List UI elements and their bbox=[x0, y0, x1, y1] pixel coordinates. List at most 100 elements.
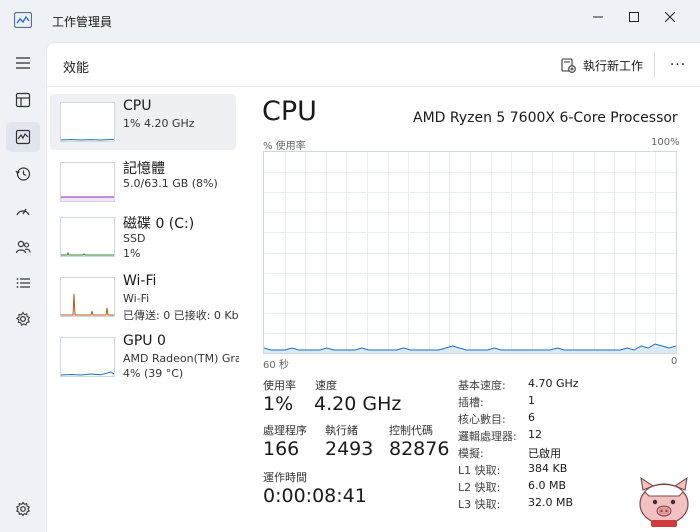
spec-value-virtualization: 已啟用 bbox=[528, 447, 561, 460]
spec-value-l2-cache: 6.0 MB bbox=[528, 479, 567, 492]
hamburger-menu-icon bbox=[16, 57, 30, 69]
spec-label-cores: 核心數目: bbox=[458, 413, 506, 426]
window-title: 工作管理員 bbox=[52, 15, 113, 29]
run-new-task-label: 執行新工作 bbox=[583, 58, 644, 73]
device-cpu[interactable]: CPU 1% 4.20 GHz bbox=[50, 94, 236, 150]
nav-performance[interactable] bbox=[6, 122, 40, 152]
wifi-mini-graph bbox=[61, 293, 114, 316]
device-usage: 4% (39 °C) bbox=[123, 367, 184, 380]
nav-users[interactable] bbox=[6, 232, 40, 262]
processes-icon bbox=[15, 92, 31, 108]
device-type: SSD bbox=[123, 232, 146, 245]
graph-x-end-label: 0 bbox=[671, 356, 678, 367]
device-thumbnail bbox=[60, 337, 115, 377]
detail-title: CPU bbox=[262, 96, 317, 127]
task-manager-icon bbox=[14, 12, 32, 28]
cpu-graph-svg bbox=[263, 152, 677, 353]
device-usage: 5.0/63.1 GB (8%) bbox=[123, 177, 218, 190]
nav-details[interactable] bbox=[6, 268, 40, 298]
page-title: 效能 bbox=[63, 61, 90, 76]
uptime-label: 運作時間 bbox=[263, 471, 307, 484]
content-panel: 效能 執行新工作 ··· CPU 1% 4.20 GHz 記憶體 5.0/63.… bbox=[46, 42, 700, 532]
task-manager-window: 工作管理員 效能 執行新工作 ··· CPU 1% 4.20 GHz 記憶體 5… bbox=[0, 0, 700, 532]
device-throughput: 已傳送: 0 已接收: 0 Kbps bbox=[123, 309, 239, 322]
nav-app-history[interactable] bbox=[6, 159, 40, 189]
spec-value-cores: 6 bbox=[528, 411, 535, 424]
nav-services[interactable] bbox=[6, 304, 40, 334]
handles-value: 82876 bbox=[389, 438, 450, 460]
spec-value-base-speed: 4.70 GHz bbox=[528, 377, 579, 390]
device-thumbnail bbox=[60, 162, 115, 202]
device-model: AMD Radeon(TM) Graphics bbox=[123, 352, 239, 365]
pig-mascot-watermark bbox=[639, 476, 689, 527]
cpu-model-name: AMD Ryzen 5 7600X 6-Core Processor bbox=[413, 110, 678, 126]
usage-label: 使用率 bbox=[263, 379, 296, 392]
spec-label-base-speed: 基本速度: bbox=[458, 379, 506, 392]
device-name: 記憶體 bbox=[123, 161, 165, 177]
settings-icon bbox=[16, 501, 30, 517]
spec-label-logical-processors: 邏輯處理器: bbox=[458, 430, 517, 443]
device-thumbnail bbox=[60, 217, 115, 257]
spec-label-l3-cache: L3 快取: bbox=[458, 498, 501, 511]
processes-label: 處理程序 bbox=[263, 424, 307, 437]
title-bar: 工作管理員 bbox=[0, 0, 700, 42]
startup-apps-icon bbox=[16, 208, 30, 216]
device-thumbnail bbox=[60, 277, 115, 317]
device-name: Wi-Fi bbox=[123, 273, 157, 289]
graph-y-axis-label: % 使用率 bbox=[263, 141, 306, 152]
device-usage: 1% 4.20 GHz bbox=[123, 117, 195, 130]
device-memory[interactable]: 記憶體 5.0/63.1 GB (8%) bbox=[50, 154, 236, 210]
memory-mini-graph bbox=[61, 196, 114, 201]
header-divider bbox=[654, 52, 655, 78]
handles-label: 控制代碼 bbox=[389, 424, 433, 437]
spec-label-virtualization: 模擬: bbox=[458, 447, 484, 460]
hamburger-menu-button[interactable] bbox=[6, 48, 40, 78]
device-adapter: Wi-Fi bbox=[123, 292, 150, 305]
device-disk[interactable]: 磁碟 0 (C:) SSD 1% bbox=[50, 209, 236, 265]
close-icon bbox=[665, 12, 675, 22]
usage-value: 1% bbox=[263, 393, 294, 415]
device-name: 磁碟 0 (C:) bbox=[123, 216, 195, 232]
cpu-usage-graph bbox=[263, 151, 677, 354]
spec-label-sockets: 插槽: bbox=[458, 396, 484, 409]
services-icon bbox=[15, 311, 31, 326]
maximize-button[interactable] bbox=[619, 6, 649, 28]
device-name: GPU 0 bbox=[123, 333, 166, 349]
close-button[interactable] bbox=[655, 6, 685, 28]
device-thumbnail bbox=[60, 102, 115, 142]
speed-label: 速度 bbox=[315, 379, 337, 392]
details-icon bbox=[16, 278, 30, 288]
maximize-icon bbox=[629, 12, 639, 22]
users-icon bbox=[15, 240, 31, 254]
device-name: CPU bbox=[123, 98, 152, 114]
device-wifi[interactable]: Wi-Fi Wi-Fi 已傳送: 0 已接收: 0 Kbps bbox=[50, 269, 239, 325]
minimize-icon bbox=[593, 16, 603, 18]
more-options-button[interactable]: ··· bbox=[665, 53, 691, 77]
nav-startup-apps[interactable] bbox=[6, 196, 40, 226]
processes-value: 166 bbox=[263, 438, 300, 460]
app-history-icon bbox=[15, 167, 31, 181]
spec-value-sockets: 1 bbox=[528, 394, 535, 407]
performance-icon bbox=[15, 129, 31, 145]
graph-y-max-label: 100% bbox=[651, 137, 680, 148]
nav-settings[interactable] bbox=[6, 494, 40, 524]
speed-value: 4.20 GHz bbox=[314, 393, 402, 415]
threads-value: 2493 bbox=[325, 438, 374, 460]
graph-x-start-label: 60 秒 bbox=[263, 360, 289, 371]
spec-value-logical-processors: 12 bbox=[528, 428, 542, 441]
device-gpu[interactable]: GPU 0 AMD Radeon(TM) Graphics 4% (39 °C) bbox=[50, 329, 239, 385]
spec-label-l2-cache: L2 快取: bbox=[458, 481, 501, 494]
uptime-value: 0:00:08:41 bbox=[263, 485, 367, 507]
nav-processes[interactable] bbox=[6, 85, 40, 115]
gpu-mini-graph bbox=[60, 371, 115, 376]
spec-value-l3-cache: 32.0 MB bbox=[528, 496, 574, 509]
page-header: 效能 執行新工作 ··· bbox=[47, 43, 700, 87]
threads-label: 執行緒 bbox=[325, 424, 358, 437]
minimize-button[interactable] bbox=[583, 6, 613, 28]
run-new-task-button[interactable]: 執行新工作 bbox=[561, 53, 643, 77]
spec-value-l1-cache: 384 KB bbox=[528, 462, 568, 475]
spec-label-l1-cache: L1 快取: bbox=[458, 464, 501, 477]
disk-mini-graph bbox=[61, 251, 114, 256]
cpu-mini-graph bbox=[60, 138, 115, 141]
run-task-icon bbox=[561, 57, 576, 73]
